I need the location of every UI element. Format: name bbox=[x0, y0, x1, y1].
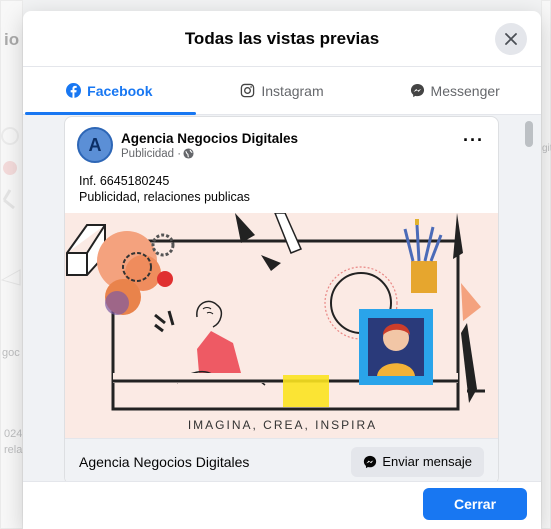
messenger-icon bbox=[410, 83, 424, 98]
tab-facebook[interactable]: Facebook bbox=[23, 67, 196, 115]
tab-instagram[interactable]: Instagram bbox=[196, 67, 369, 114]
scrollbar-thumb[interactable] bbox=[525, 121, 533, 147]
close-button[interactable]: Cerrar bbox=[423, 488, 527, 520]
dialog-header: Todas las vistas previas bbox=[23, 11, 541, 67]
scroll-track bbox=[523, 115, 535, 481]
messenger-icon bbox=[364, 455, 377, 468]
post-header: A Agencia Negocios Digitales Publicidad … bbox=[65, 117, 498, 173]
send-message-label: Enviar mensaje bbox=[382, 454, 472, 469]
tab-instagram-label: Instagram bbox=[261, 82, 324, 99]
ad-image[interactable]: IMAGINA, CREA, INSPIRA bbox=[65, 213, 498, 438]
post-text-line: Inf. 6645180245 bbox=[79, 174, 170, 188]
instagram-icon bbox=[241, 83, 255, 98]
post-header-text: Agencia Negocios Digitales Publicidad · bbox=[121, 131, 298, 160]
image-tagline: IMAGINA, CREA, INSPIRA bbox=[187, 418, 378, 432]
ad-preview-post: A Agencia Negocios Digitales Publicidad … bbox=[64, 116, 499, 481]
page-name[interactable]: Agencia Negocios Digitales bbox=[121, 131, 298, 146]
post-text-line: Publicidad, relaciones publicas bbox=[79, 190, 250, 204]
facebook-icon bbox=[66, 83, 82, 98]
footer-page-name: Agencia Negocios Digitales bbox=[79, 453, 250, 470]
globe-icon bbox=[183, 148, 194, 159]
send-message-button[interactable]: Enviar mensaje bbox=[351, 446, 484, 477]
close-dialog-button[interactable] bbox=[495, 23, 527, 55]
tab-facebook-label: Facebook bbox=[87, 82, 153, 99]
sponsored-text: Publicidad · bbox=[121, 147, 182, 160]
previews-dialog: Todas las vistas previas Facebook Instag… bbox=[23, 11, 541, 529]
ad-illustration bbox=[66, 213, 485, 411]
more-options-button[interactable]: ··· bbox=[463, 131, 484, 149]
dialog-footer: Cerrar bbox=[23, 481, 541, 529]
preview-area: A Agencia Negocios Digitales Publicidad … bbox=[23, 115, 541, 481]
tab-messenger[interactable]: Messenger bbox=[368, 67, 541, 114]
avatar[interactable]: A bbox=[77, 127, 113, 163]
sponsored-label: Publicidad · bbox=[121, 148, 298, 160]
close-icon bbox=[505, 33, 517, 45]
platform-tabs: Facebook Instagram Messenger bbox=[23, 67, 541, 115]
post-text: Inf. 6645180245 Publicidad, relaciones p… bbox=[65, 173, 498, 213]
dialog-title: Todas las vistas previas bbox=[184, 28, 380, 48]
tab-messenger-label: Messenger bbox=[430, 82, 500, 99]
post-footer: Agencia Negocios Digitales Enviar mensaj… bbox=[65, 438, 498, 481]
